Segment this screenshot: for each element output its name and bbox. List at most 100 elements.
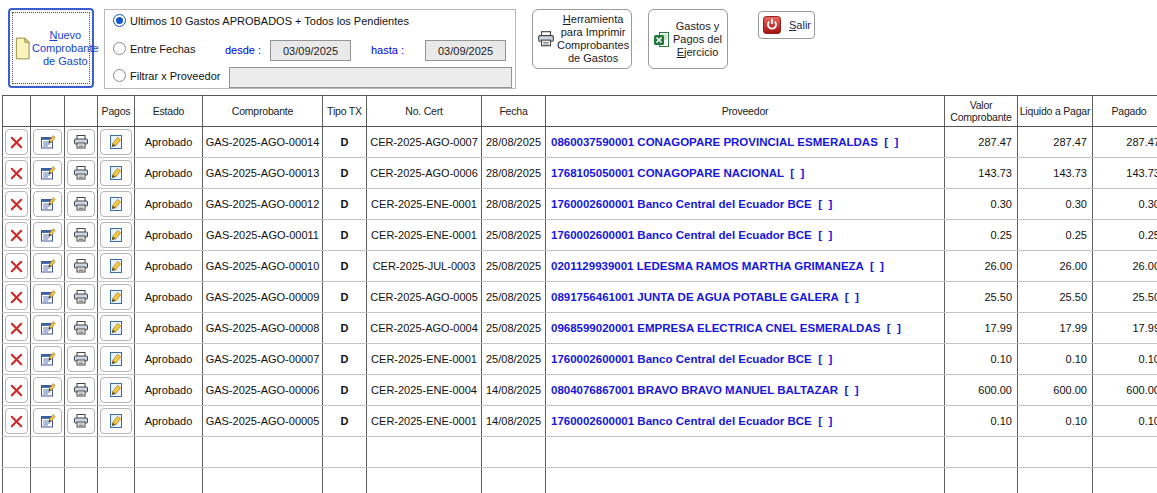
pagado-cell: 0.25 <box>1093 220 1157 251</box>
printer-icon <box>73 196 89 212</box>
pagos-row-button[interactable] <box>100 377 132 403</box>
print-row-button[interactable] <box>67 284 95 310</box>
pagos-row-button[interactable] <box>100 160 132 186</box>
note-pencil-icon <box>108 227 124 243</box>
print-row-button[interactable] <box>67 408 95 434</box>
note-pencil-icon <box>108 165 124 181</box>
delete-icon <box>9 166 24 181</box>
delete-row-button[interactable] <box>5 129 28 155</box>
pagos-row-button[interactable] <box>100 315 132 341</box>
radio-last10[interactable]: Ultimos 10 Gastos APROBADOS + Todos los … <box>113 14 409 27</box>
print-row-button[interactable] <box>67 160 95 186</box>
new-expense-button[interactable]: Nuevo Comprobante de Gasto <box>8 8 94 88</box>
liquido-cell: 0.10 <box>1018 344 1093 375</box>
delete-row-button[interactable] <box>5 284 28 310</box>
pagos-row-button[interactable] <box>100 191 132 217</box>
edit-row-button[interactable] <box>33 346 62 372</box>
proveedor-cell[interactable]: 0804076867001 BRAVO BRAVO MANUEL BALTAZA… <box>546 375 945 406</box>
delete-row-button[interactable] <box>5 222 28 248</box>
delete-row-button[interactable] <box>5 346 28 372</box>
printer-icon <box>73 258 89 274</box>
radio-between-dates[interactable]: Entre Fechas <box>113 42 195 55</box>
proveedor-cell[interactable]: 1760002600001 Banco Central del Ecuador … <box>546 189 945 220</box>
radio-between-dates-circle[interactable] <box>113 42 126 55</box>
note-pencil-icon <box>108 413 124 429</box>
print-row-button[interactable] <box>67 377 95 403</box>
edit-row-button[interactable] <box>33 191 62 217</box>
exit-label: Salir <box>789 19 811 32</box>
proveedor-cell[interactable]: 1760002600001 Banco Central del Ecuador … <box>546 220 945 251</box>
radio-last10-circle[interactable] <box>113 14 126 27</box>
pagos-row-button[interactable] <box>100 129 132 155</box>
desde-date-field[interactable]: 03/09/2025 <box>270 40 351 61</box>
edit-row-button[interactable] <box>33 253 62 279</box>
excel-icon <box>653 31 670 48</box>
excel-report-button[interactable]: Gastos y Pagos del Ejercicio <box>648 9 728 69</box>
print-tool-button[interactable]: Herramienta para Imprimir Comprobantes d… <box>532 9 632 69</box>
delete-row-button[interactable] <box>5 315 28 341</box>
edit-row-button[interactable] <box>33 160 62 186</box>
hasta-date-field[interactable]: 03/09/2025 <box>425 40 506 61</box>
no-cert-cell: CER-2025-AGO-0004 <box>367 313 482 344</box>
comprobante-cell: GAS-2025-AGO-00014 <box>203 127 323 158</box>
delete-row-button[interactable] <box>5 160 28 186</box>
comprobante-cell: GAS-2025-AGO-00005 <box>203 406 323 437</box>
header-row: Pagos Estado Comprobante Tipo TX No. Cer… <box>3 96 1157 127</box>
valor-cell: 287.47 <box>945 127 1018 158</box>
edit-row-button[interactable] <box>33 408 62 434</box>
print-row-button[interactable] <box>67 315 95 341</box>
print-row-button[interactable] <box>67 129 95 155</box>
table-row: Aprobado GAS-2025-AGO-00006 D CER-2025-E… <box>3 375 1157 406</box>
print-row-button[interactable] <box>67 191 95 217</box>
new-document-icon <box>14 37 31 60</box>
pagos-row-button[interactable] <box>100 222 132 248</box>
pagado-cell: 143.73 <box>1093 158 1157 189</box>
estado-cell: Aprobado <box>135 220 203 251</box>
tipo-tx-cell: D <box>323 158 367 189</box>
table-row: Aprobado GAS-2025-AGO-00012 D CER-2025-E… <box>3 189 1157 220</box>
radio-filter-provider[interactable]: Filtrar x Proveedor <box>113 69 220 82</box>
proveedor-cell[interactable]: 0891756461001 JUNTA DE AGUA POTABLE GALE… <box>546 282 945 313</box>
valor-cell: 0.10 <box>945 406 1018 437</box>
radio-filter-provider-circle[interactable] <box>113 69 126 82</box>
valor-cell: 17.99 <box>945 313 1018 344</box>
print-row-button[interactable] <box>67 346 95 372</box>
table-row: Aprobado GAS-2025-AGO-00013 D CER-2025-A… <box>3 158 1157 189</box>
delete-row-button[interactable] <box>5 408 28 434</box>
proveedor-cell[interactable]: 1760002600001 Banco Central del Ecuador … <box>546 406 945 437</box>
delete-row-button[interactable] <box>5 377 28 403</box>
liquido-cell: 25.50 <box>1018 282 1093 313</box>
delete-icon <box>9 414 24 429</box>
edit-row-button[interactable] <box>33 377 62 403</box>
fecha-cell: 25/08/2025 <box>482 313 546 344</box>
pagos-row-button[interactable] <box>100 284 132 310</box>
edit-row-button[interactable] <box>33 129 62 155</box>
print-row-button[interactable] <box>67 222 95 248</box>
proveedor-cell[interactable]: 1768105050001 CONAGOPARE NACIONAL [ ] <box>546 158 945 189</box>
liquido-cell: 600.00 <box>1018 375 1093 406</box>
col-proveedor: Proveedor <box>546 96 945 127</box>
proveedor-cell[interactable]: 0860037590001 CONAGOPARE PROVINCIAL ESME… <box>546 127 945 158</box>
proveedor-cell[interactable]: 0201129939001 LEDESMA RAMOS MARTHA GRIMA… <box>546 251 945 282</box>
edit-row-button[interactable] <box>33 315 62 341</box>
pagado-cell: 287.47 <box>1093 127 1157 158</box>
col-no-cert: No. Cert <box>367 96 482 127</box>
edit-row-button[interactable] <box>33 284 62 310</box>
delete-row-button[interactable] <box>5 253 28 279</box>
proveedor-cell[interactable]: 0968599020001 EMPRESA ELECTRICA CNEL ESM… <box>546 313 945 344</box>
print-row-button[interactable] <box>67 253 95 279</box>
proveedor-cell[interactable]: 1760002600001 Banco Central del Ecuador … <box>546 344 945 375</box>
pagos-row-button[interactable] <box>100 408 132 434</box>
exit-button[interactable]: Salir <box>758 11 815 39</box>
printer-icon <box>73 289 89 305</box>
excel-report-label: Gastos y Pagos del Ejercicio <box>672 20 723 59</box>
comprobante-cell: GAS-2025-AGO-00009 <box>203 282 323 313</box>
pagos-row-button[interactable] <box>100 253 132 279</box>
edit-row-button[interactable] <box>33 222 62 248</box>
pagos-row-button[interactable] <box>100 346 132 372</box>
comprobante-cell: GAS-2025-AGO-00008 <box>203 313 323 344</box>
valor-cell: 0.30 <box>945 189 1018 220</box>
delete-row-button[interactable] <box>5 191 28 217</box>
provider-filter-input[interactable] <box>229 67 512 88</box>
no-cert-cell: CER-2025-AGO-0006 <box>367 158 482 189</box>
